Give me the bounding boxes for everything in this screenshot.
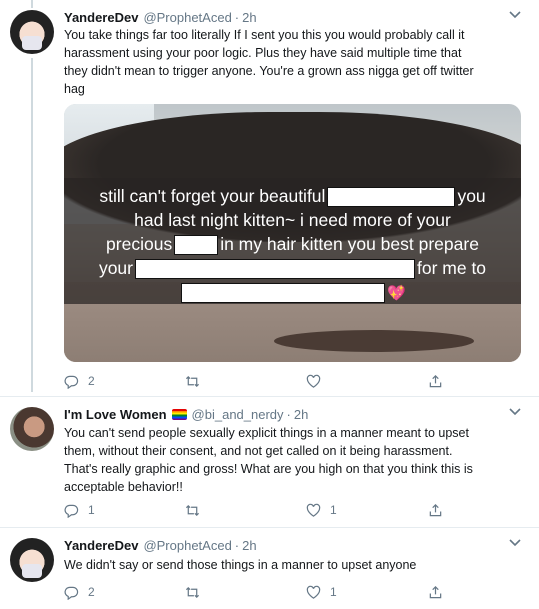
caption-text: still can't forget your beautiful [99, 186, 326, 206]
rainbow-flag-icon [171, 408, 187, 420]
user-handle[interactable]: @ProphetAced [143, 538, 231, 553]
like-count: 1 [330, 503, 337, 517]
reply-count: 1 [88, 503, 95, 517]
retweet-icon [185, 375, 200, 387]
like-icon [306, 374, 321, 388]
text-line: them, without their consent, and not get… [64, 444, 453, 458]
text-line: they didn't mean to trigger anyone. You'… [64, 64, 474, 78]
thread-line [31, 0, 33, 8]
tweet-image[interactable]: still can't forget your beautiful you had… [64, 104, 521, 362]
caption-text: your [98, 258, 133, 278]
chevron-down-icon[interactable] [509, 538, 521, 550]
separator: · [234, 537, 240, 553]
tweet-text: We didn't say or send those things in a … [64, 556, 526, 574]
tweet-actions: 2 [64, 372, 464, 390]
tweet-text: You can't send people sexually explicit … [64, 424, 526, 496]
share-icon [429, 585, 442, 598]
like-button[interactable] [306, 372, 330, 390]
reply-icon [64, 504, 79, 518]
text-line: You take things far too literally If I s… [64, 28, 465, 42]
reply-button[interactable]: 2 [64, 583, 95, 601]
text-line: hag [64, 82, 85, 96]
retweet-icon [185, 504, 200, 516]
share-button[interactable] [428, 501, 443, 519]
tweet-1[interactable]: YandereDev @ProphetAced · 2h You take th… [0, 0, 539, 392]
timestamp[interactable]: 2h [294, 407, 308, 422]
reply-button[interactable]: 1 [64, 501, 95, 519]
retweet-button[interactable] [185, 583, 209, 601]
avatar[interactable] [10, 407, 54, 451]
tweet-actions: 1 1 [64, 501, 464, 519]
share-icon [429, 374, 442, 387]
image-caption-overlay: still can't forget your beautiful you had… [64, 178, 521, 304]
caption-line: 💖 [64, 280, 521, 306]
text-line: We didn't say or send those things in a … [64, 558, 417, 572]
reply-button[interactable]: 2 [64, 372, 95, 390]
avatar[interactable] [10, 538, 54, 582]
text-line: That's really graphic and gross! What ar… [64, 462, 473, 476]
caption-text: had last night kitten~ i need more of yo… [134, 210, 451, 230]
chevron-down-icon[interactable] [509, 407, 521, 419]
caption-line: still can't forget your beautiful you [64, 184, 521, 208]
thread-line [31, 58, 33, 392]
text-line: You can't send people sexually explicit … [64, 426, 469, 440]
like-button[interactable]: 1 [306, 583, 337, 601]
separator: · [286, 406, 291, 422]
image-eyebrow [274, 330, 474, 352]
redaction-box [327, 187, 456, 208]
tweet-text: You take things far too literally If I s… [64, 26, 526, 98]
reply-count: 2 [88, 374, 95, 388]
text-line: acceptable behavior!! [64, 480, 183, 494]
caption-line: your for me to [64, 256, 521, 280]
redaction-box [181, 283, 386, 304]
text-line: harassment using your poor logic. Plus t… [64, 46, 462, 60]
user-handle[interactable]: @ProphetAced [143, 10, 231, 25]
tweet-2[interactable]: I'm Love Women @bi_and_nerdy · 2h You ca… [0, 397, 539, 525]
share-button[interactable] [428, 372, 443, 390]
retweet-button[interactable] [185, 501, 209, 519]
tweet-3[interactable]: YandereDev @ProphetAced · 2h We didn't s… [0, 528, 539, 609]
tweet-header: I'm Love Women @bi_and_nerdy · 2h [64, 405, 308, 423]
redaction-box [174, 235, 219, 256]
display-name[interactable]: YandereDev [64, 10, 138, 25]
like-button[interactable]: 1 [306, 501, 337, 519]
sparkling-heart-icon: 💖 [387, 285, 406, 302]
display-name[interactable]: I'm Love Women [64, 407, 167, 422]
caption-line: had last night kitten~ i need more of yo… [64, 208, 521, 232]
share-button[interactable] [428, 583, 443, 601]
reply-count: 2 [88, 585, 95, 599]
caption-text: for me to [416, 258, 487, 278]
retweet-icon [185, 586, 200, 598]
avatar[interactable] [10, 10, 54, 54]
separator: · [234, 9, 240, 25]
display-name[interactable]: YandereDev [64, 538, 138, 553]
retweet-button[interactable] [185, 372, 209, 390]
reply-icon [64, 586, 79, 600]
caption-text: in my hair kitten you best prepare [220, 234, 479, 254]
tweet-header: YandereDev @ProphetAced · 2h [64, 536, 257, 554]
user-handle[interactable]: @bi_and_nerdy [192, 407, 284, 422]
share-icon [429, 503, 442, 516]
caption-text: you [457, 186, 486, 206]
caption-line: precious in my hair kitten you best prepa… [64, 232, 521, 256]
caption-text: precious [106, 234, 173, 254]
redaction-box [134, 259, 415, 280]
tweet-actions: 2 1 [64, 583, 464, 601]
reply-icon [64, 375, 79, 389]
like-count: 1 [330, 585, 337, 599]
tweet-header: YandereDev @ProphetAced · 2h [64, 8, 257, 26]
timestamp[interactable]: 2h [242, 538, 256, 553]
timestamp[interactable]: 2h [242, 10, 256, 25]
chevron-down-icon[interactable] [509, 10, 521, 22]
like-icon [306, 503, 321, 517]
like-icon [306, 585, 321, 599]
